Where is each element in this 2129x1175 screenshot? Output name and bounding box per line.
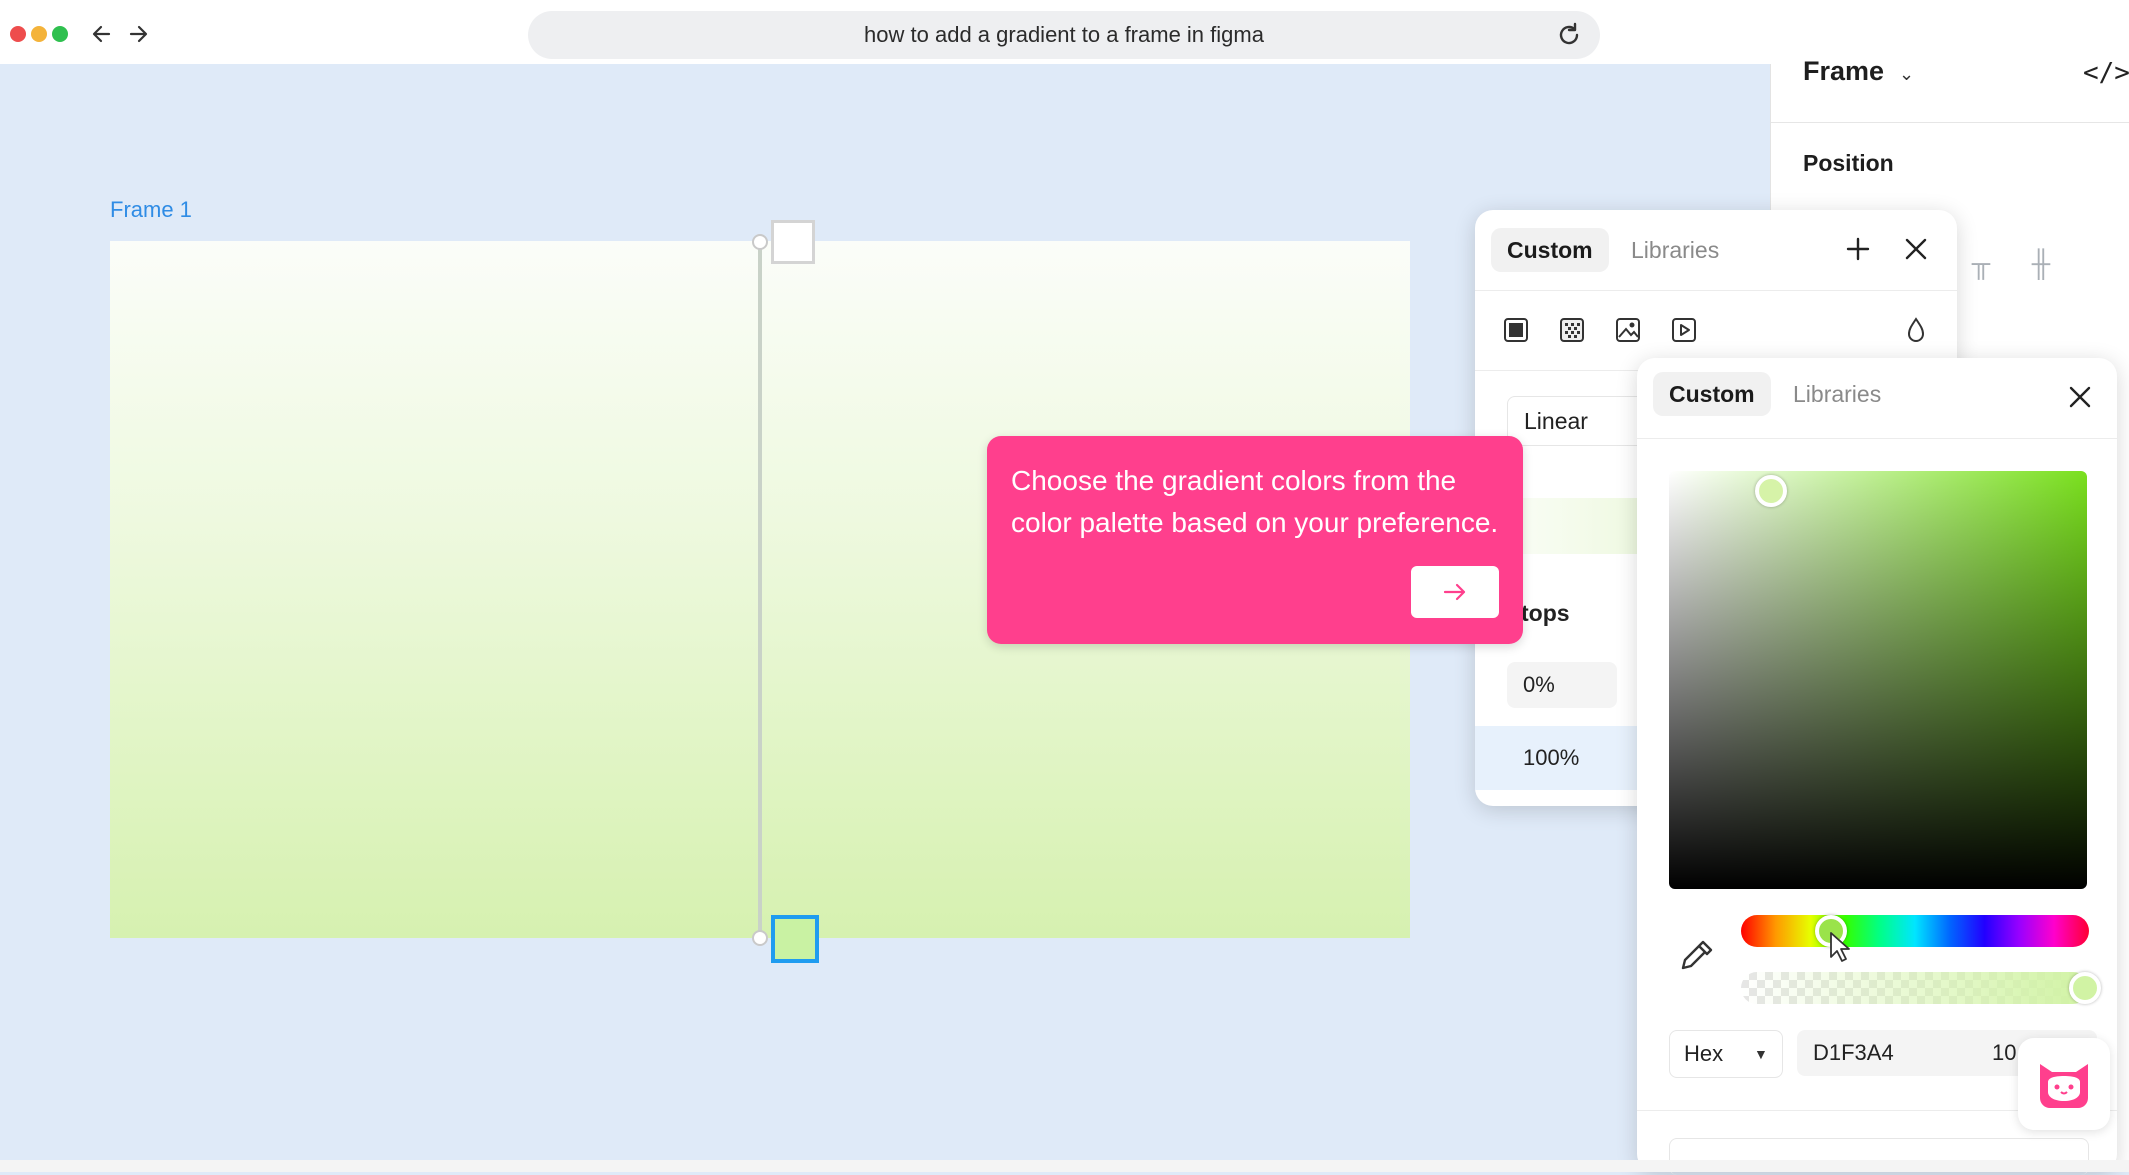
panel-title[interactable]: Frame [1803,56,1884,87]
maximize-window-button[interactable] [52,26,68,42]
gradient-stop-handle-end[interactable] [771,915,819,963]
blend-mode-icon[interactable] [1899,313,1933,347]
bottom-edge [0,1160,2129,1172]
saturation-brightness-area[interactable] [1669,471,2087,889]
close-icon[interactable] [1903,236,1929,262]
position-section-label: Position [1803,150,1894,176]
plus-icon[interactable] [1845,236,1871,262]
address-bar[interactable]: how to add a gradient to a frame in figm… [528,11,1600,59]
color-area-knob[interactable] [1755,475,1787,507]
solid-fill-icon[interactable] [1499,313,1533,347]
code-view-icon[interactable]: </> [2083,58,2129,88]
back-button[interactable] [86,18,118,50]
gradient-type-value: Linear [1524,408,1588,434]
opacity-slider-knob[interactable] [2069,972,2101,1004]
opacity-slider[interactable] [1741,972,2089,1004]
cat-logo-icon [2040,1064,2088,1108]
arrow-right-icon [129,25,148,43]
tooltip-next-button[interactable] [1411,566,1499,618]
stops-label: tops [1521,600,1570,626]
hue-slider[interactable] [1741,915,2089,947]
hex-value: D1F3A4 [1813,1040,1894,1065]
arrow-left-icon [92,25,111,43]
eyedropper-icon[interactable] [1677,936,1717,976]
gradient-stop-handle-start[interactable] [771,220,815,264]
divider [1475,290,1957,291]
assistant-widget[interactable] [2018,1038,2110,1130]
stop-position-input[interactable]: 0% [1507,662,1617,708]
tooltip-text: Choose the gradient colors from the colo… [1011,465,1499,538]
gradient-direction-line[interactable] [758,241,762,938]
gradient-end-knob[interactable] [752,930,768,946]
tutorial-tooltip: Choose the gradient colors from the colo… [987,436,1523,644]
minimize-window-button[interactable] [31,26,47,42]
frame-name-label[interactable]: Frame 1 [110,197,192,223]
reload-icon[interactable] [1555,21,1583,49]
stop-position-value: 100% [1523,745,1580,770]
chevron-down-icon[interactable]: ⌄ [1899,64,1914,85]
color-mode-value: Hex [1684,1041,1724,1066]
align-middle-icon[interactable]: ╫ [2025,247,2057,279]
address-text: how to add a gradient to a frame in figm… [864,22,1264,47]
gradient-start-knob[interactable] [752,234,768,250]
mouse-cursor-icon [1830,932,1850,962]
forward-button[interactable] [122,18,154,50]
divider [1637,438,2117,439]
image-fill-icon[interactable] [1611,313,1645,347]
align-top-icon[interactable]: ╥ [1965,247,1997,279]
color-mode-select[interactable]: Hex ▼ [1669,1030,1783,1078]
tab-custom[interactable]: Custom [1491,228,1609,272]
stop-position-value: 0% [1523,672,1555,697]
opacity-value[interactable]: 10 [1992,1030,2016,1076]
tab-custom[interactable]: Custom [1653,372,1771,416]
close-window-button[interactable] [10,26,26,42]
chevron-down-icon: ▼ [1754,1046,1768,1062]
close-icon[interactable] [2067,384,2093,410]
divider [1771,122,2129,123]
gradient-preview[interactable] [1507,498,1647,554]
tab-libraries[interactable]: Libraries [1615,228,1735,272]
gradient-fill-icon[interactable] [1555,313,1589,347]
video-fill-icon[interactable] [1667,313,1701,347]
tab-libraries[interactable]: Libraries [1777,372,1897,416]
arrow-right-icon [1443,583,1466,601]
